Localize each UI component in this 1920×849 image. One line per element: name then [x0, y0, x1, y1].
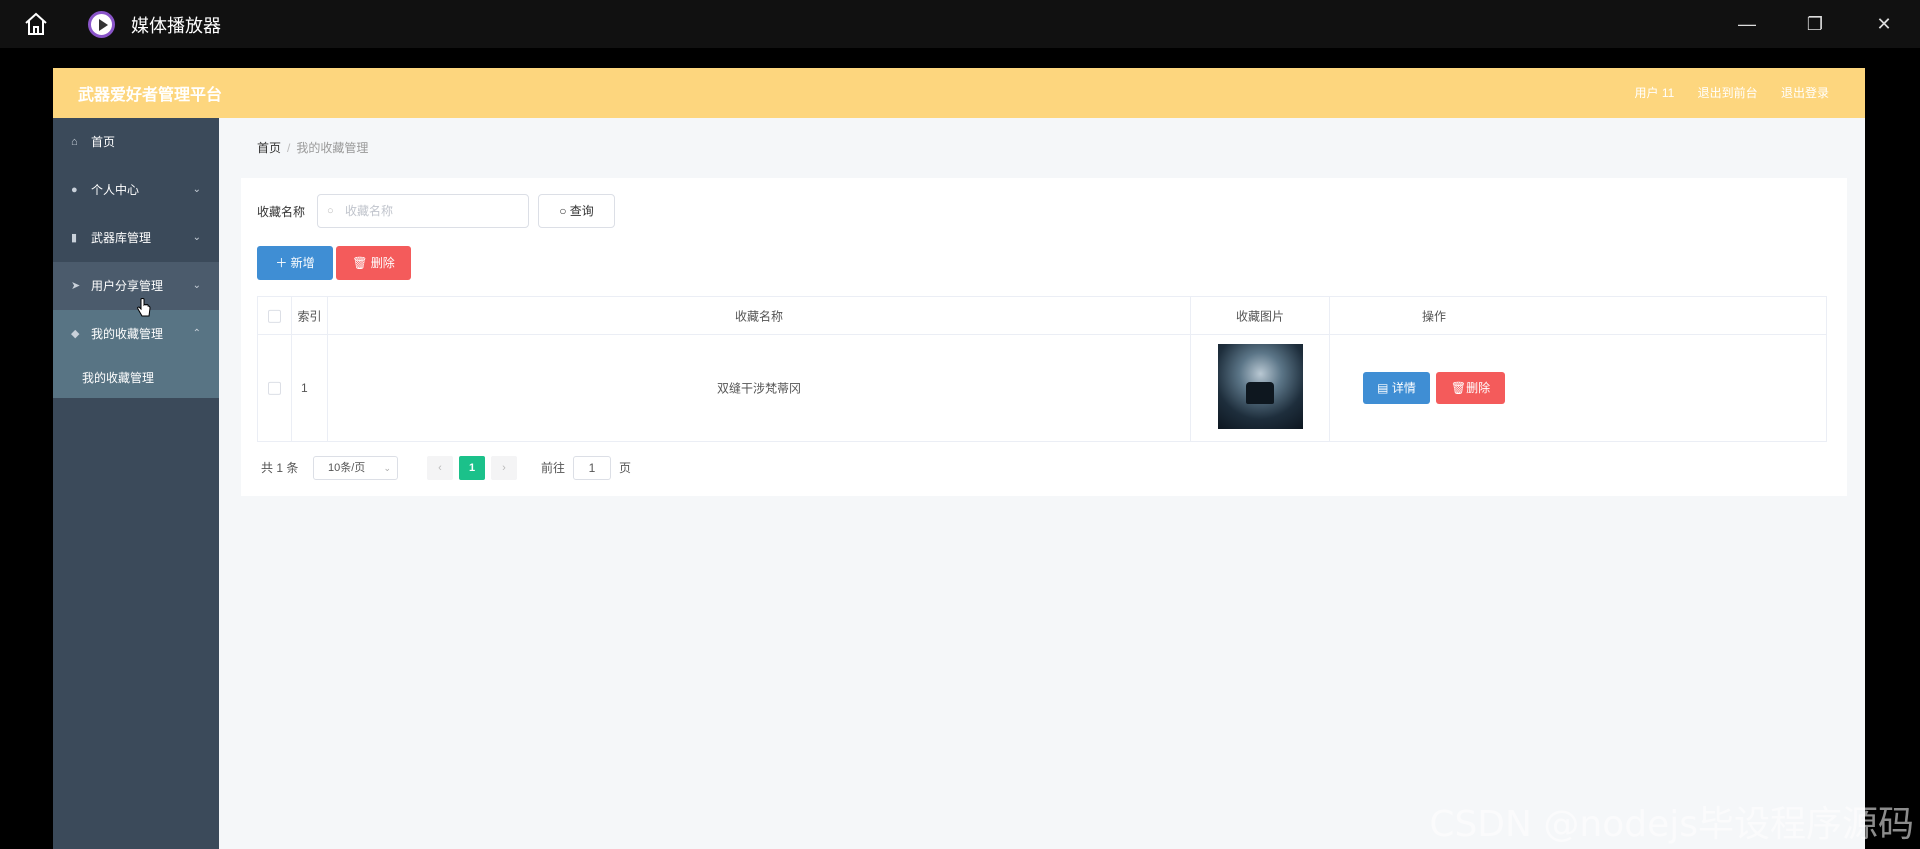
- detail-button[interactable]: ▤ 详情: [1363, 372, 1430, 404]
- page-size-select[interactable]: 10条/页 ⌄: [313, 456, 398, 480]
- search-placeholder: 收藏名称: [345, 204, 394, 218]
- detail-button-label: 详情: [1391, 381, 1416, 395]
- query-button[interactable]: ○ 查询: [538, 194, 615, 228]
- add-button-label: 新增: [290, 256, 315, 270]
- row-delete-button[interactable]: 🗑删除: [1436, 372, 1505, 404]
- player-title-bar: 媒体播放器 — ❐ ✕: [0, 0, 1920, 48]
- goto-label: 前往: [541, 461, 566, 475]
- send-icon: ➤: [71, 280, 81, 292]
- table-row: 1 双缝干涉梵蒂冈 ▤ 详情 🗑删除: [258, 335, 1826, 441]
- page-number-current[interactable]: 1: [459, 456, 485, 480]
- csdn-watermark: CSDN @nodejs毕设程序源码: [1429, 804, 1914, 845]
- batch-delete-button[interactable]: 🗑 删除: [336, 246, 411, 280]
- top-header: 武器爱好者管理平台 用户 11 退出到前台 退出登录: [53, 68, 1865, 118]
- sidebar-item-label: 我的收藏管理: [91, 327, 164, 341]
- table-header: 索引 收藏名称 收藏图片 操作: [258, 297, 1826, 335]
- sidebar-item-label: 个人中心: [91, 183, 140, 197]
- window-title: 媒体播放器: [131, 16, 221, 36]
- row-checkbox[interactable]: [268, 382, 281, 396]
- breadcrumb-separator: /: [287, 141, 291, 155]
- page-suffix: 页: [619, 461, 632, 475]
- current-user-label: 用户 11: [1634, 86, 1675, 100]
- prev-page-button[interactable]: ‹: [427, 456, 453, 480]
- restore-button[interactable]: ❐: [1799, 8, 1831, 40]
- breadcrumb-home[interactable]: 首页: [257, 141, 281, 155]
- trash-icon: 🗑: [352, 256, 368, 270]
- plus-icon: ＋: [275, 256, 288, 270]
- bar-chart-icon: ▮: [71, 232, 78, 244]
- sidebar-item-label: 武器库管理: [91, 231, 152, 245]
- row-image-cell: [1191, 335, 1330, 441]
- player-logo-icon: [88, 11, 115, 38]
- user-icon: ●: [71, 184, 78, 196]
- query-button-label: 查询: [569, 204, 594, 218]
- next-page-button[interactable]: ›: [491, 456, 517, 480]
- favorite-thumbnail-image[interactable]: [1217, 344, 1303, 429]
- app-frame: 武器爱好者管理平台 用户 11 退出到前台 退出登录 ⌂ 首页 ● 个人中心 ⌄…: [53, 68, 1865, 849]
- chevron-down-icon: ⌄: [192, 280, 201, 291]
- minimize-button[interactable]: —: [1731, 8, 1763, 40]
- search-icon: ○: [559, 204, 567, 218]
- search-icon: ○: [327, 205, 334, 217]
- exit-to-front-link[interactable]: 退出到前台: [1698, 86, 1758, 100]
- column-header-actions: 操作: [1421, 309, 1446, 323]
- column-header-image: 收藏图片: [1191, 297, 1330, 334]
- sidebar-item-profile[interactable]: ● 个人中心 ⌄: [53, 166, 219, 214]
- sidebar-item-user-share[interactable]: ➤ 用户分享管理 ⌄: [53, 262, 219, 310]
- sidebar-item-label: 用户分享管理: [91, 279, 164, 293]
- row-delete-label: 删除: [1466, 381, 1491, 395]
- sidebar-item-home[interactable]: ⌂ 首页: [53, 118, 219, 166]
- row-actions-cell: ▤ 详情 🗑删除: [1330, 335, 1538, 441]
- breadcrumb: 首页 / 我的收藏管理: [257, 139, 368, 156]
- hand-cursor-icon: [137, 298, 151, 317]
- brand-title: 武器爱好者管理平台: [78, 87, 223, 104]
- chevron-up-icon: ⌃: [192, 328, 201, 339]
- row-select-cell: [258, 335, 292, 441]
- column-header-name: 收藏名称: [328, 297, 1191, 334]
- main-content: 首页 / 我的收藏管理 收藏名称 ○ 收藏名称 ○ 查询 ＋ 新增 🗑 删除 索…: [219, 118, 1865, 849]
- favorites-table: 索引 收藏名称 收藏图片 操作 1 双缝干涉梵蒂冈 ▤ 详情 🗑删除: [257, 296, 1827, 442]
- sidebar-item-arsenal[interactable]: ▮ 武器库管理 ⌄: [53, 214, 219, 262]
- breadcrumb-current: 我的收藏管理: [296, 141, 369, 155]
- select-all-checkbox[interactable]: [268, 309, 281, 323]
- row-index-cell: 1: [292, 335, 328, 441]
- home-icon: ⌂: [71, 136, 78, 148]
- home-icon[interactable]: [22, 10, 50, 38]
- chevron-down-icon: ⌄: [383, 463, 391, 473]
- sidebar-item-label: 首页: [91, 135, 116, 149]
- header-links: 用户 11 退出到前台 退出登录: [1614, 84, 1829, 101]
- sidebar: ⌂ 首页 ● 个人中心 ⌄ ▮ 武器库管理 ⌄ ➤ 用户分享管理 ⌄ ◆ 我的收…: [53, 118, 219, 849]
- chevron-down-icon: ⌄: [192, 184, 201, 195]
- logout-link[interactable]: 退出登录: [1781, 86, 1829, 100]
- select-all-cell: [258, 297, 292, 334]
- list-card: 收藏名称 ○ 收藏名称 ○ 查询 ＋ 新增 🗑 删除 索引 收藏名称 收藏图片 …: [241, 178, 1847, 496]
- document-icon: ▤: [1377, 381, 1392, 395]
- sidebar-subitem-favorites[interactable]: 我的收藏管理: [53, 358, 219, 398]
- pagination-total: 共 1 条: [261, 461, 299, 475]
- trash-icon: 🗑: [1450, 381, 1467, 395]
- row-name-cell: 双缝干涉梵蒂冈: [328, 335, 1191, 441]
- chevron-down-icon: ⌄: [192, 232, 201, 243]
- search-input[interactable]: ○ 收藏名称: [317, 194, 529, 228]
- add-button[interactable]: ＋ 新增: [257, 246, 333, 280]
- page-size-value: 10条/页: [328, 462, 366, 474]
- goto-page-input[interactable]: 1: [573, 456, 611, 480]
- close-button[interactable]: ✕: [1868, 8, 1900, 40]
- sidebar-item-favorites[interactable]: ◆ 我的收藏管理 ⌃: [53, 310, 219, 358]
- search-label: 收藏名称: [257, 205, 306, 219]
- column-header-index: 索引: [292, 297, 328, 334]
- delete-button-label: 删除: [370, 256, 395, 270]
- shield-icon: ◆: [71, 328, 80, 340]
